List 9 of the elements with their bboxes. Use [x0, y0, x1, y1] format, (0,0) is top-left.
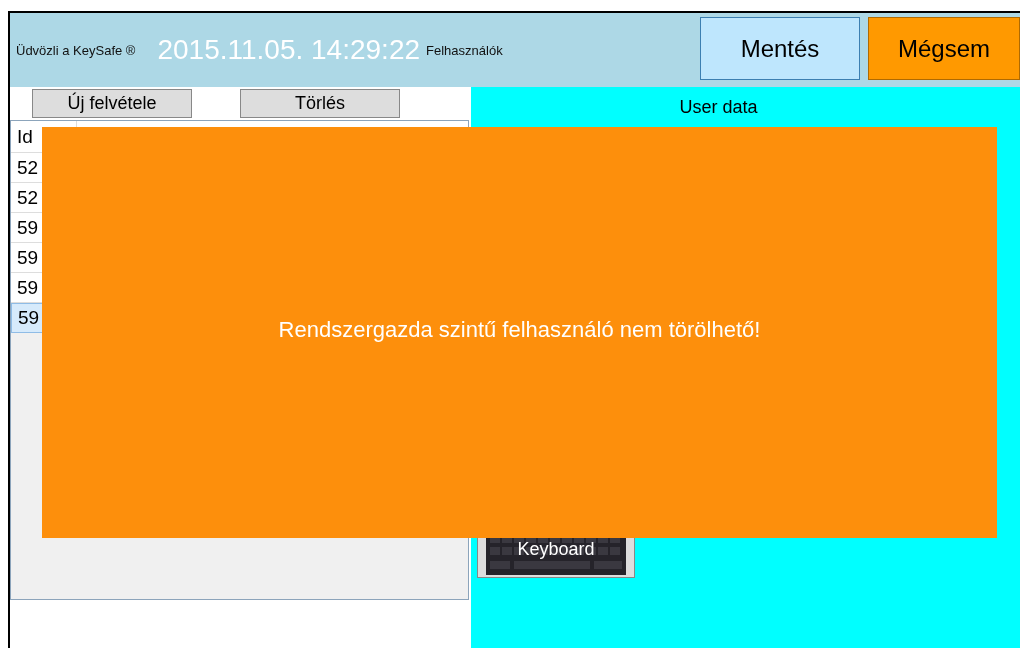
panel-title: User data	[678, 97, 759, 118]
save-button[interactable]: Mentés	[700, 17, 860, 80]
toolbar-button[interactable]: Új felvétele	[32, 89, 192, 118]
toolbar-button[interactable]: Törlés	[240, 89, 400, 118]
clock-text: 2015.11.05. 14:29:22	[157, 34, 421, 66]
cancel-button[interactable]: Mégsem	[868, 17, 1020, 80]
welcome-text: Üdvözli a KeySafe ®	[16, 42, 136, 58]
section-title: Felhasználók	[426, 42, 503, 58]
error-message: Rendszergazda szintű felhasználó nem törölhető!	[278, 316, 761, 343]
